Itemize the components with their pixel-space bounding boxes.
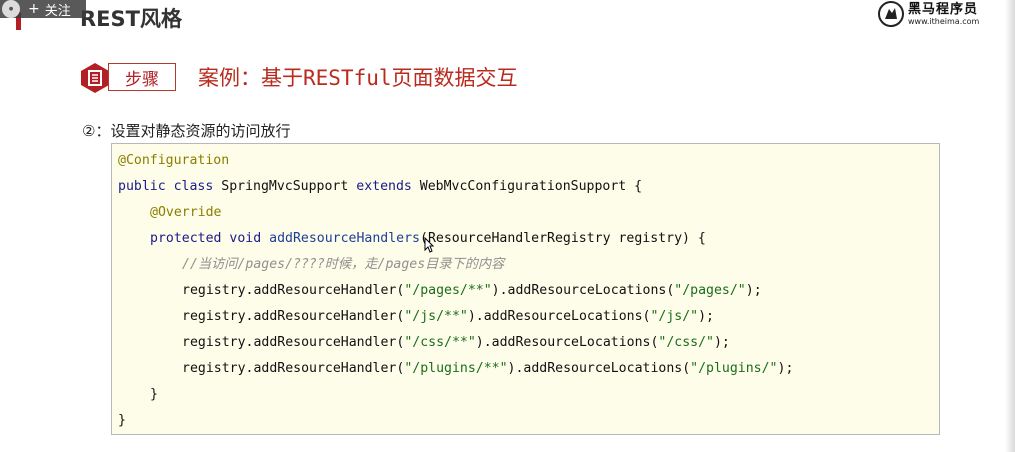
document-step-icon bbox=[81, 63, 109, 93]
code-line-registry: registry.addResourceHandler("/pages/**")… bbox=[182, 283, 762, 299]
close-brace: } bbox=[118, 413, 126, 428]
code-line-close-class: } bbox=[118, 413, 126, 429]
code-line-annotation: @Configuration bbox=[118, 153, 229, 169]
registry-call: registry.addResourceHandler( bbox=[182, 361, 405, 376]
keyword-public: public bbox=[118, 179, 166, 194]
resource-location: "/plugins/" bbox=[690, 361, 778, 376]
window-edge bbox=[1005, 0, 1015, 452]
statement-end: ); bbox=[745, 283, 762, 298]
statement-end: ); bbox=[777, 361, 794, 376]
registry-call-locations: ).addResourceLocations( bbox=[507, 361, 691, 376]
statement-end: ); bbox=[713, 335, 730, 350]
code-line-registry: registry.addResourceHandler("/plugins/**… bbox=[182, 361, 793, 377]
keyword-class: class bbox=[173, 179, 214, 194]
registry-call: registry.addResourceHandler( bbox=[182, 335, 405, 350]
code-block: @Configuration public class SpringMvcSup… bbox=[111, 143, 940, 435]
logo-url: www.itheima.com bbox=[908, 16, 980, 26]
page-title: REST风格 bbox=[80, 7, 182, 31]
brand-logo: 黑马程序员 www.itheima.com bbox=[878, 0, 1000, 28]
slide: ● + 关注 REST风格 黑马程序员 www.itheima.com 步骤 案… bbox=[0, 0, 1005, 452]
code-line-close-method: } bbox=[150, 387, 158, 403]
code-line-registry: registry.addResourceHandler("/js/**").ad… bbox=[182, 309, 714, 325]
registry-call: registry.addResourceHandler( bbox=[182, 309, 405, 324]
annotation-override: @Override bbox=[150, 205, 222, 220]
section-subtitle: ②：设置对静态资源的访问放行 bbox=[82, 122, 291, 140]
code-line-comment: //当访问/pages/????时候，走/pages目录下的内容 bbox=[182, 257, 504, 273]
handler-pattern: "/pages/**" bbox=[404, 283, 492, 298]
resource-location: "/js/" bbox=[650, 309, 699, 324]
keyword-protected: protected bbox=[150, 231, 222, 246]
mouse-pointer-icon bbox=[424, 237, 434, 253]
code-line-class-decl: public class SpringMvcSupport extends We… bbox=[118, 179, 642, 195]
registry-call: registry.addResourceHandler( bbox=[182, 283, 405, 298]
case-title: 案例：基于RESTful页面数据交互 bbox=[198, 66, 518, 90]
plus-icon: + bbox=[28, 1, 40, 17]
method-name: addResourceHandlers bbox=[269, 231, 420, 246]
method-params: (ResourceHandlerRegistry registry) { bbox=[420, 231, 706, 246]
resource-location: "/pages/" bbox=[674, 283, 746, 298]
statement-end: ); bbox=[698, 309, 714, 324]
follow-button[interactable]: ● + 关注 bbox=[0, 0, 86, 19]
class-name: SpringMvcSupport bbox=[221, 179, 349, 194]
code-line-registry: registry.addResourceHandler("/css/**").a… bbox=[182, 335, 730, 351]
registry-call-locations: ).addResourceLocations( bbox=[491, 283, 675, 298]
class-parent: WebMvcConfigurationSupport { bbox=[419, 179, 643, 194]
registry-call-locations: ).addResourceLocations( bbox=[475, 335, 659, 350]
handler-pattern: "/plugins/**" bbox=[404, 361, 508, 376]
registry-call-locations: ).addResourceLocations( bbox=[467, 309, 651, 324]
keyword-void: void bbox=[229, 231, 262, 246]
keyword-extends: extends bbox=[356, 179, 412, 194]
avatar: ● bbox=[2, 0, 20, 18]
step-label: 步骤 bbox=[108, 63, 176, 91]
close-brace: } bbox=[150, 387, 158, 402]
horse-logo-icon bbox=[878, 1, 904, 27]
logo-name: 黑马程序员 bbox=[908, 1, 979, 17]
code-line-override: @Override bbox=[150, 205, 221, 221]
annotation-configuration: @Configuration bbox=[118, 153, 230, 168]
code-comment: //当访问/pages/????时候，走/pages目录下的内容 bbox=[182, 257, 505, 272]
handler-pattern: "/css/**" bbox=[404, 335, 476, 350]
follow-label: 关注 bbox=[44, 3, 71, 19]
handler-pattern: "/js/**" bbox=[404, 309, 468, 324]
resource-location: "/css/" bbox=[658, 335, 714, 350]
